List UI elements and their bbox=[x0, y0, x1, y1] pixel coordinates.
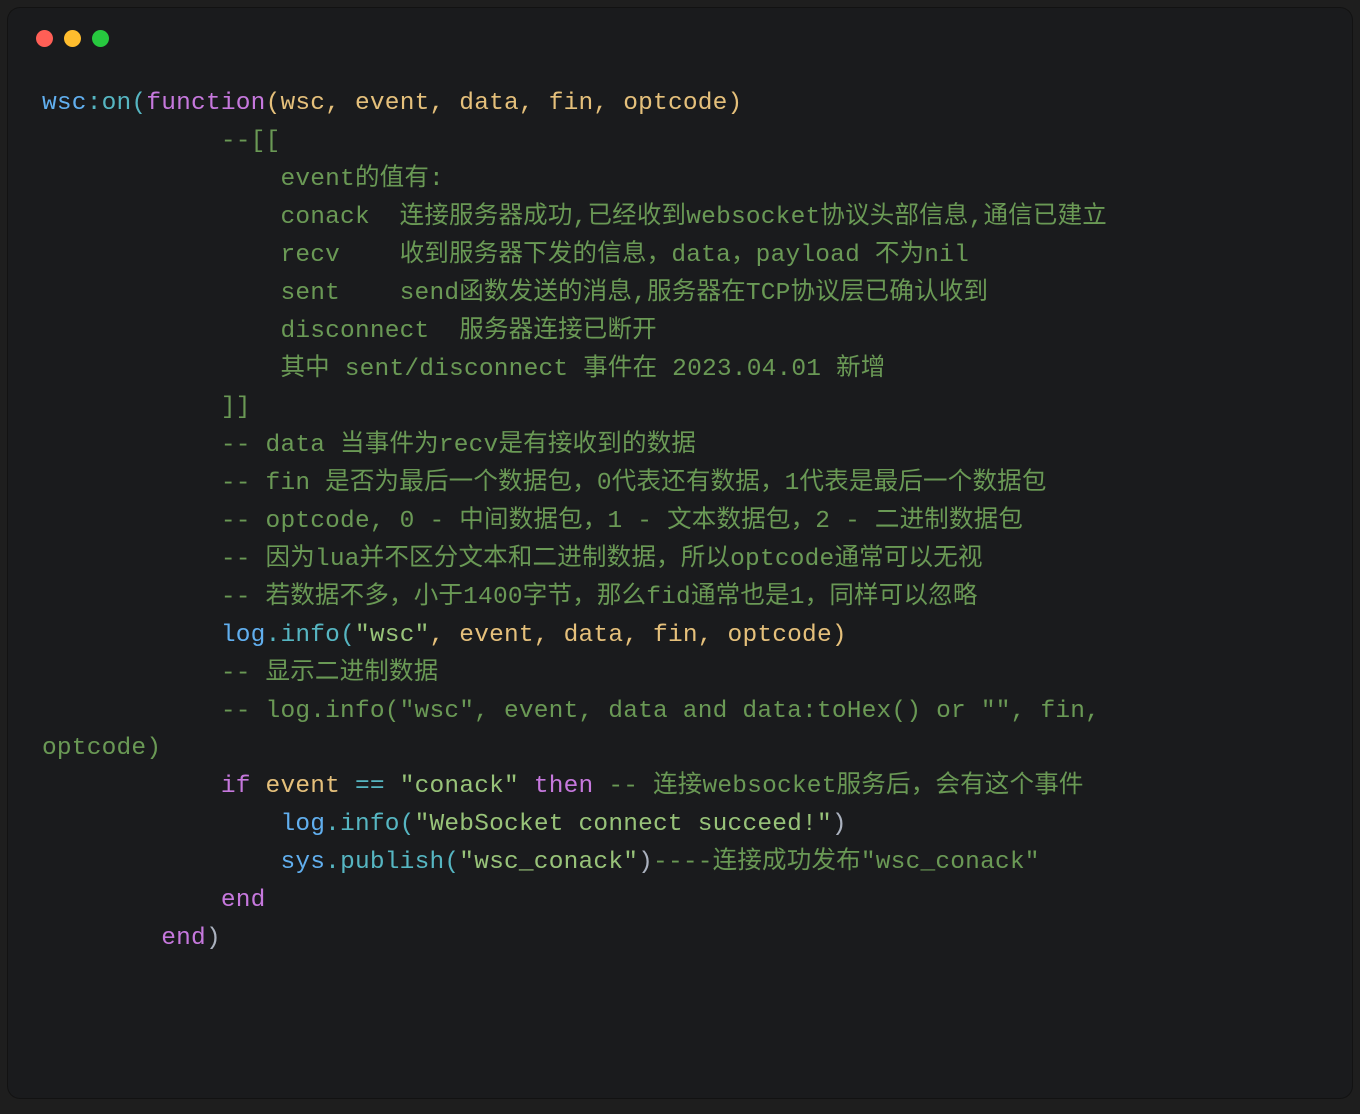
code-token bbox=[519, 773, 534, 800]
code-token: .info( bbox=[325, 811, 414, 838]
code-token: sys bbox=[280, 849, 325, 876]
code-token bbox=[42, 811, 280, 838]
code-token: wsc bbox=[42, 90, 87, 117]
code-token bbox=[42, 925, 161, 952]
code-token: ) bbox=[206, 925, 221, 952]
code-token: then bbox=[534, 773, 594, 800]
code-token: if bbox=[221, 773, 251, 800]
code-block: wsc:on(function(wsc, event, data, fin, o… bbox=[8, 57, 1352, 958]
code-token bbox=[42, 887, 221, 914]
code-comment: ----连接成功发布"wsc_conack" bbox=[653, 849, 1040, 876]
code-comment: -- optcode, 0 - 中间数据包，1 - 文本数据包，2 - 二进制数… bbox=[42, 508, 1023, 535]
code-token: function bbox=[146, 90, 265, 117]
code-comment: event的值有: bbox=[42, 166, 444, 193]
window-titlebar bbox=[8, 8, 1352, 57]
code-comment: conack 连接服务器成功,已经收到websocket协议头部信息,通信已建立 bbox=[42, 204, 1107, 231]
code-token: end bbox=[221, 887, 266, 914]
code-token: :on( bbox=[87, 90, 147, 117]
code-token bbox=[385, 773, 400, 800]
code-token bbox=[42, 773, 221, 800]
code-token: "conack" bbox=[400, 773, 519, 800]
minimize-icon[interactable] bbox=[64, 30, 81, 47]
code-token: ) bbox=[638, 849, 653, 876]
code-token: .publish( bbox=[325, 849, 459, 876]
code-comment: -- 若数据不多，小于1400字节，那么fid通常也是1，同样可以忽略 bbox=[42, 584, 978, 611]
code-comment: -- data 当事件为recv是有接收到的数据 bbox=[42, 432, 696, 459]
code-comment: -- 连接websocket服务后，会有这个事件 bbox=[593, 773, 1083, 800]
code-comment: -- 因为lua并不区分文本和二进制数据，所以optcode通常可以无视 bbox=[42, 546, 983, 573]
code-comment: disconnect 服务器连接已断开 bbox=[42, 318, 657, 345]
code-comment: -- 显示二进制数据 bbox=[42, 660, 438, 687]
code-token: log bbox=[221, 622, 266, 649]
code-comment: 其中 sent/disconnect 事件在 2023.04.01 新增 bbox=[42, 356, 886, 383]
zoom-icon[interactable] bbox=[92, 30, 109, 47]
code-token: ) bbox=[832, 811, 847, 838]
code-token: log bbox=[280, 811, 325, 838]
code-token: , event, data, fin, optcode) bbox=[430, 622, 847, 649]
close-icon[interactable] bbox=[36, 30, 53, 47]
code-comment: sent send函数发送的消息,服务器在TCP协议层已确认收到 bbox=[42, 280, 988, 307]
code-comment: optcode) bbox=[42, 735, 161, 762]
code-token: "WebSocket connect succeed!" bbox=[415, 811, 832, 838]
code-token: end bbox=[161, 925, 206, 952]
code-token: "wsc" bbox=[355, 622, 430, 649]
code-token: (wsc, event, data, fin, optcode) bbox=[266, 90, 743, 117]
code-token bbox=[42, 849, 280, 876]
code-comment: -- fin 是否为最后一个数据包，0代表还有数据，1代表是最后一个数据包 bbox=[42, 470, 1047, 497]
code-window: wsc:on(function(wsc, event, data, fin, o… bbox=[8, 8, 1352, 1098]
code-comment: ]] bbox=[42, 394, 251, 421]
code-comment: --[[ bbox=[42, 128, 280, 155]
code-comment: -- log.info("wsc", event, data and data:… bbox=[42, 698, 1115, 725]
code-token: .info( bbox=[266, 622, 355, 649]
code-token bbox=[42, 622, 221, 649]
code-token: event bbox=[251, 773, 355, 800]
code-comment: recv 收到服务器下发的信息，data，payload 不为nil bbox=[42, 242, 969, 269]
code-token: "wsc_conack" bbox=[459, 849, 638, 876]
code-token: == bbox=[355, 773, 385, 800]
